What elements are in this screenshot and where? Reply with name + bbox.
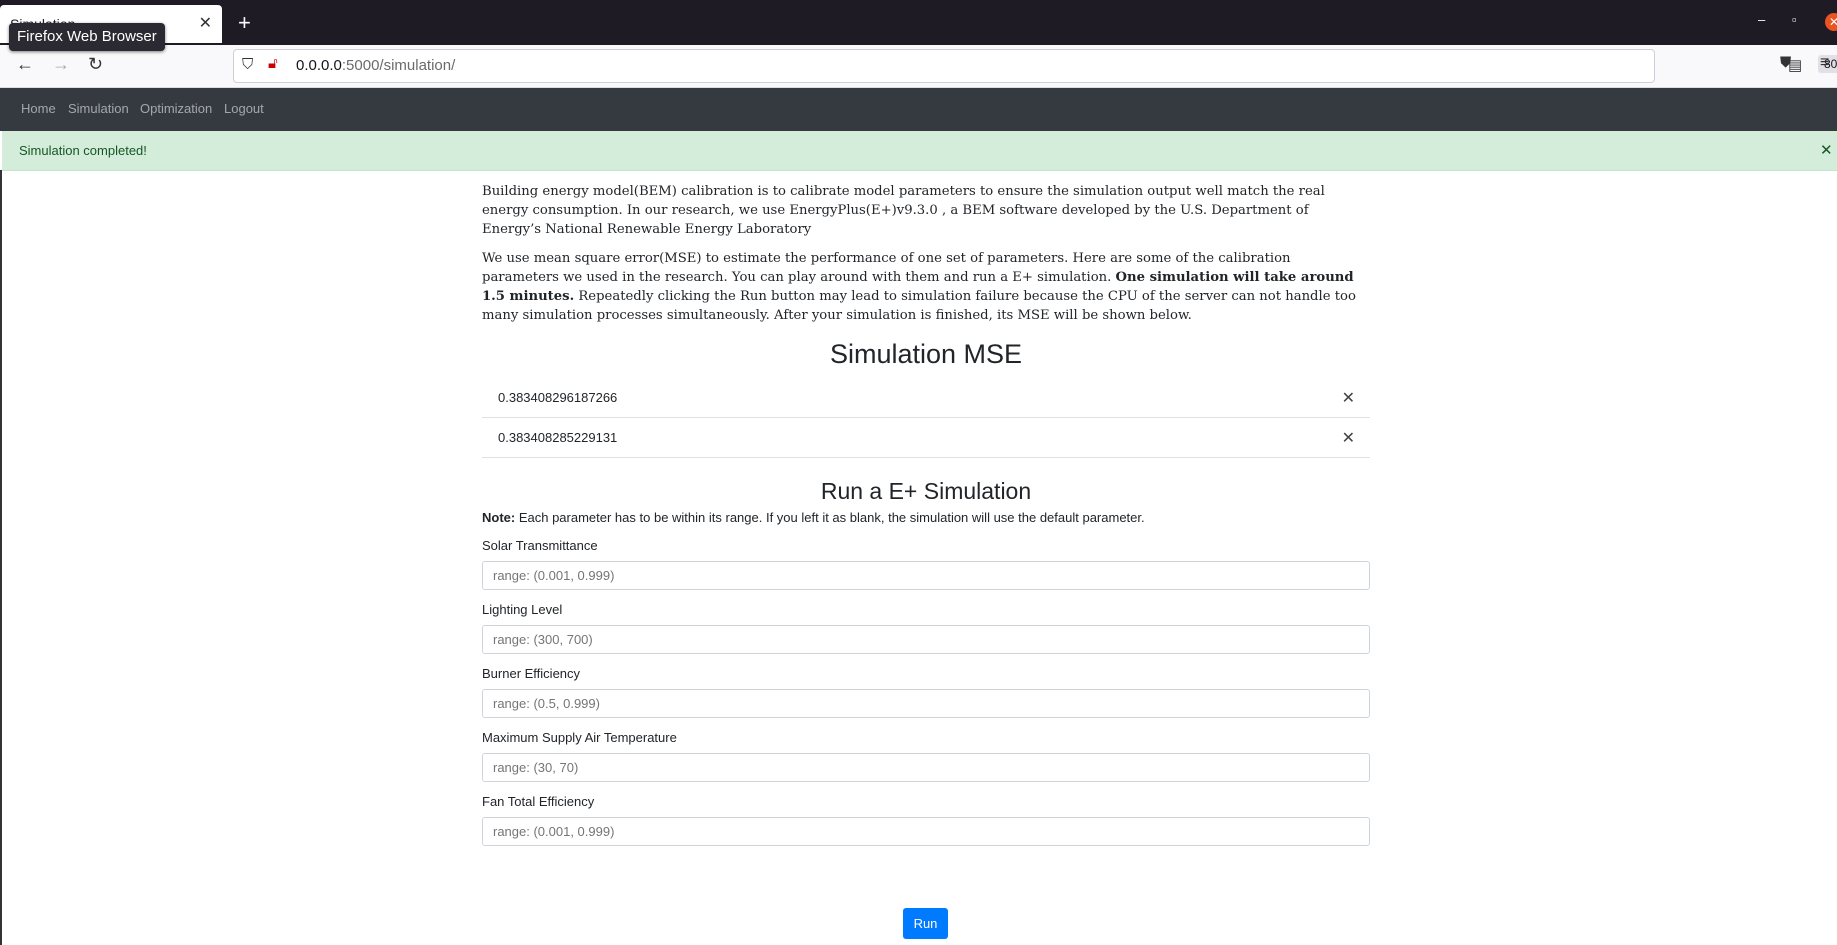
nav-logout[interactable]: Logout xyxy=(224,101,264,116)
fan-total-efficiency-input[interactable] xyxy=(482,817,1370,846)
tab-close-icon[interactable]: ✕ xyxy=(199,13,212,33)
shield-icon[interactable]: ⛉ xyxy=(242,56,253,73)
note-label: Note: xyxy=(482,510,516,525)
insecure-lock-icon[interactable]: 🔓︎ xyxy=(268,55,278,72)
window-close-icon[interactable]: ✕ xyxy=(1825,13,1837,31)
forward-icon[interactable]: → xyxy=(52,54,70,75)
mse-title: Simulation MSE xyxy=(829,339,1023,369)
delete-icon[interactable]: ✕ xyxy=(1342,388,1355,408)
mse-item: 0.383408296187266 ✕ xyxy=(482,378,1370,418)
nav-optimization[interactable]: Optimization xyxy=(140,101,212,116)
back-icon[interactable]: ← xyxy=(16,54,34,75)
alert-close-icon[interactable]: ✕ xyxy=(1820,141,1833,159)
window-edge xyxy=(0,170,2,945)
solar-transmittance-input[interactable] xyxy=(482,561,1370,590)
browser-titlebar: Simulation ✕ Firefox Web Browser + – ▫ ✕ xyxy=(0,0,1837,51)
url-bar[interactable]: ⛉ 🔓︎ 0.0.0.0:5000/simulation/ ▤ 80% ☆ xyxy=(233,49,1837,83)
maximize-icon[interactable]: ▫ xyxy=(1792,12,1797,27)
url-host: 0.0.0.0 xyxy=(296,57,342,74)
success-alert: Simulation completed! ✕ xyxy=(2,131,1837,171)
note: Note: Each parameter has to be within it… xyxy=(482,510,1370,525)
mse-value: 0.383408285229131 xyxy=(498,430,618,445)
new-tab-icon[interactable]: + xyxy=(238,10,251,36)
intro-text-b: Repeatedly clicking the Run button may l… xyxy=(482,289,1356,323)
mse-value: 0.383408296187266 xyxy=(498,390,618,405)
lighting-level-label: Lighting Level xyxy=(482,602,563,617)
url-text[interactable]: 0.0.0.0:5000/simulation/ xyxy=(296,57,455,74)
nav-simulation[interactable]: Simulation xyxy=(68,101,129,116)
mse-list: 0.383408296187266 ✕ 0.383408285229131 ✕ xyxy=(482,378,1370,458)
reload-icon[interactable]: ↻ xyxy=(88,54,103,75)
burner-efficiency-label: Burner Efficiency xyxy=(482,666,581,681)
max-supply-air-temp-input[interactable] xyxy=(482,753,1370,782)
site-navbar: Home Simulation Optimization Logout xyxy=(0,88,1837,131)
burner-efficiency-input[interactable] xyxy=(482,689,1370,718)
menu-icon[interactable]: ≡ xyxy=(1820,54,1829,72)
max-supply-air-temp-label: Maximum Supply Air Temperature xyxy=(482,730,677,745)
note-text: Each parameter has to be within its rang… xyxy=(515,510,1145,525)
browser-toolbar: ← → ↻ ⛉ 🔓︎ 0.0.0.0:5000/simulation/ ▤ 80… xyxy=(0,45,1837,88)
delete-icon[interactable]: ✕ xyxy=(1342,428,1355,448)
alert-message: Simulation completed! xyxy=(19,143,147,158)
main-content: Building energy model(BEM) calibration i… xyxy=(482,182,1370,858)
solar-transmittance-label: Solar Transmittance xyxy=(482,538,598,553)
run-title: Run a E+ Simulation xyxy=(820,478,1032,504)
minimize-icon[interactable]: – xyxy=(1758,12,1765,27)
intro-paragraph-2: We use mean square error(MSE) to estimat… xyxy=(482,249,1370,325)
lighting-level-input[interactable] xyxy=(482,625,1370,654)
url-path: :5000/simulation/ xyxy=(341,57,456,74)
run-button[interactable]: Run xyxy=(903,908,948,939)
pocket-icon[interactable]: ⛊ xyxy=(1780,54,1791,71)
intro-paragraph-1: Building energy model(BEM) calibration i… xyxy=(482,184,1325,237)
tooltip: Firefox Web Browser xyxy=(9,23,165,51)
nav-home[interactable]: Home xyxy=(21,101,56,116)
mse-item: 0.383408285229131 ✕ xyxy=(482,418,1370,458)
fan-total-efficiency-label: Fan Total Efficiency xyxy=(482,794,595,809)
